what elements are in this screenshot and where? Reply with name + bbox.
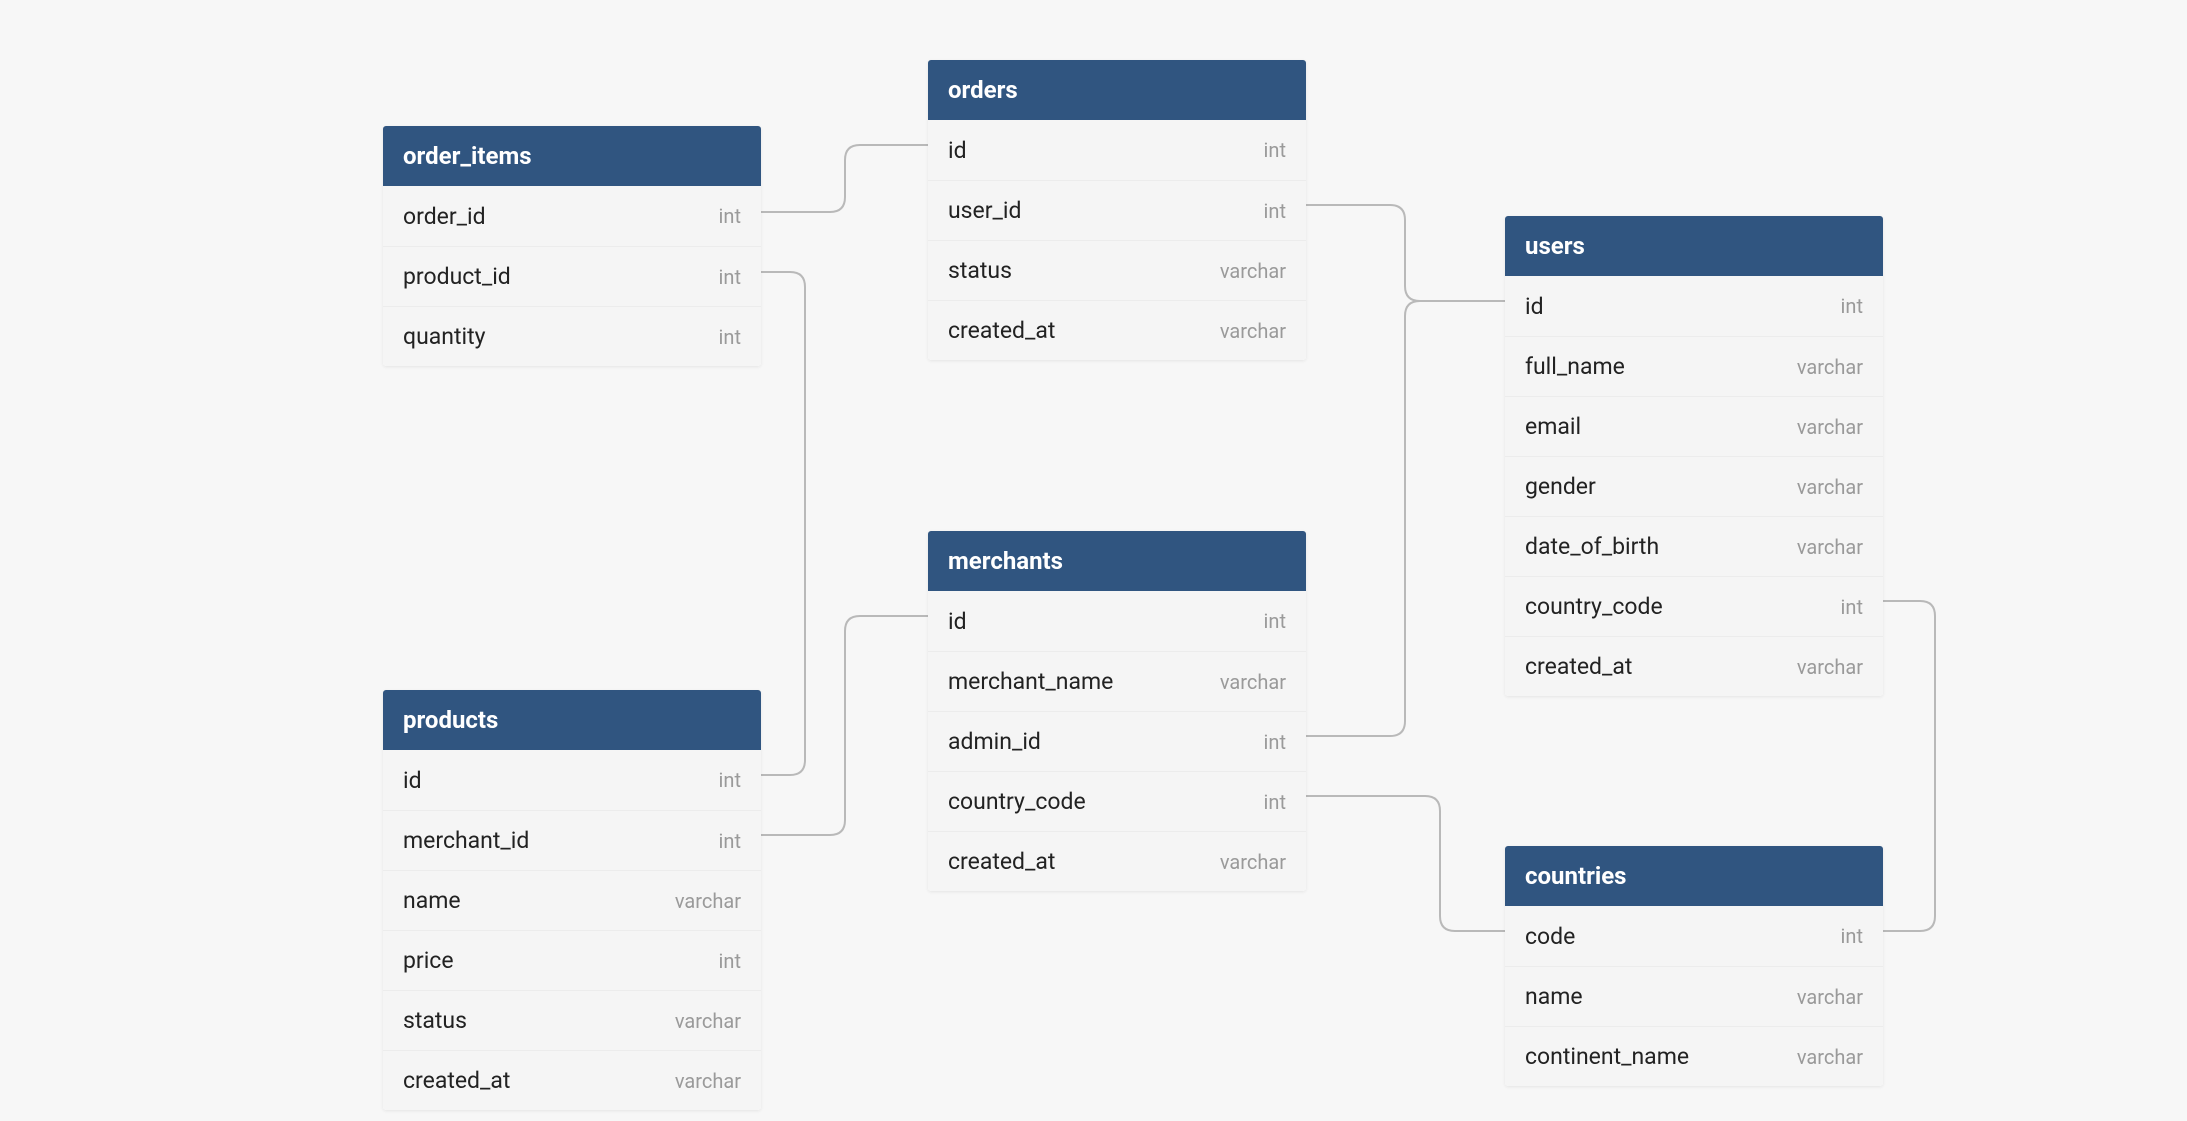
column-name: email — [1525, 413, 1581, 440]
column-type: varchar — [1797, 1045, 1863, 1069]
column-type: varchar — [1220, 850, 1286, 874]
table-orders-header: orders — [928, 60, 1306, 120]
table-countries[interactable]: countries code int name varchar continen… — [1505, 846, 1883, 1086]
column-type: int — [719, 204, 741, 228]
table-row[interactable]: created_at varchar — [383, 1050, 761, 1110]
column-type: int — [1264, 790, 1286, 814]
table-row[interactable]: name varchar — [383, 870, 761, 930]
table-users[interactable]: users id int full_name varchar email var… — [1505, 216, 1883, 696]
column-type: varchar — [1220, 670, 1286, 694]
table-row[interactable]: created_at varchar — [1505, 636, 1883, 696]
table-row[interactable]: merchant_name varchar — [928, 651, 1306, 711]
table-row[interactable]: created_at varchar — [928, 300, 1306, 360]
table-row[interactable]: status varchar — [383, 990, 761, 1050]
column-name: merchant_id — [403, 827, 529, 854]
column-type: varchar — [1220, 259, 1286, 283]
column-type: int — [719, 325, 741, 349]
table-row[interactable]: id int — [383, 750, 761, 810]
table-order-items-header: order_items — [383, 126, 761, 186]
table-row[interactable]: admin_id int — [928, 711, 1306, 771]
table-merchants-header: merchants — [928, 531, 1306, 591]
column-name: continent_name — [1525, 1043, 1689, 1070]
column-type: varchar — [1220, 319, 1286, 343]
table-row[interactable]: code int — [1505, 906, 1883, 966]
table-row[interactable]: price int — [383, 930, 761, 990]
column-name: created_at — [948, 317, 1055, 344]
column-type: varchar — [1797, 655, 1863, 679]
table-row[interactable]: quantity int — [383, 306, 761, 366]
table-row[interactable]: country_code int — [928, 771, 1306, 831]
table-countries-header: countries — [1505, 846, 1883, 906]
table-row[interactable]: created_at varchar — [928, 831, 1306, 891]
column-type: varchar — [1797, 355, 1863, 379]
column-name: merchant_name — [948, 668, 1113, 695]
column-type: varchar — [675, 1009, 741, 1033]
table-row[interactable]: country_code int — [1505, 576, 1883, 636]
table-row[interactable]: status varchar — [928, 240, 1306, 300]
column-type: int — [719, 949, 741, 973]
column-name: date_of_birth — [1525, 533, 1659, 560]
column-name: id — [403, 767, 422, 794]
column-type: int — [1841, 294, 1863, 318]
column-name: price — [403, 947, 454, 974]
column-name: country_code — [948, 788, 1086, 815]
column-type: varchar — [1797, 415, 1863, 439]
table-row[interactable]: product_id int — [383, 246, 761, 306]
table-row[interactable]: order_id int — [383, 186, 761, 246]
column-type: varchar — [1797, 535, 1863, 559]
table-row[interactable]: id int — [928, 120, 1306, 180]
column-name: gender — [1525, 473, 1596, 500]
table-order-items[interactable]: order_items order_id int product_id int … — [383, 126, 761, 366]
column-type: int — [719, 829, 741, 853]
column-name: order_id — [403, 203, 486, 230]
column-name: id — [1525, 293, 1544, 320]
column-name: id — [948, 608, 967, 635]
table-products-header: products — [383, 690, 761, 750]
table-row[interactable]: name varchar — [1505, 966, 1883, 1026]
column-name: created_at — [403, 1067, 510, 1094]
column-type: varchar — [675, 889, 741, 913]
table-row[interactable]: continent_name varchar — [1505, 1026, 1883, 1086]
table-row[interactable]: email varchar — [1505, 396, 1883, 456]
table-row[interactable]: id int — [1505, 276, 1883, 336]
column-type: varchar — [1797, 475, 1863, 499]
column-name: name — [403, 887, 461, 914]
column-name: created_at — [948, 848, 1055, 875]
column-type: int — [719, 265, 741, 289]
column-name: admin_id — [948, 728, 1041, 755]
table-row[interactable]: full_name varchar — [1505, 336, 1883, 396]
column-name: status — [948, 257, 1012, 284]
column-type: int — [1841, 924, 1863, 948]
table-row[interactable]: user_id int — [928, 180, 1306, 240]
column-name: name — [1525, 983, 1583, 1010]
table-products[interactable]: products id int merchant_id int name var… — [383, 690, 761, 1110]
column-name: id — [948, 137, 967, 164]
table-users-header: users — [1505, 216, 1883, 276]
column-type: varchar — [1797, 985, 1863, 1009]
column-name: full_name — [1525, 353, 1625, 380]
column-type: int — [1264, 609, 1286, 633]
column-name: user_id — [948, 197, 1021, 224]
column-type: int — [1264, 730, 1286, 754]
table-orders[interactable]: orders id int user_id int status varchar… — [928, 60, 1306, 360]
column-type: int — [1264, 138, 1286, 162]
table-merchants[interactable]: merchants id int merchant_name varchar a… — [928, 531, 1306, 891]
table-row[interactable]: id int — [928, 591, 1306, 651]
column-name: created_at — [1525, 653, 1632, 680]
column-name: code — [1525, 923, 1575, 950]
column-type: varchar — [675, 1069, 741, 1093]
table-row[interactable]: gender varchar — [1505, 456, 1883, 516]
column-type: int — [1264, 199, 1286, 223]
column-name: status — [403, 1007, 467, 1034]
column-type: int — [719, 768, 741, 792]
column-name: quantity — [403, 323, 486, 350]
table-row[interactable]: merchant_id int — [383, 810, 761, 870]
column-type: int — [1841, 595, 1863, 619]
table-row[interactable]: date_of_birth varchar — [1505, 516, 1883, 576]
column-name: country_code — [1525, 593, 1663, 620]
column-name: product_id — [403, 263, 511, 290]
